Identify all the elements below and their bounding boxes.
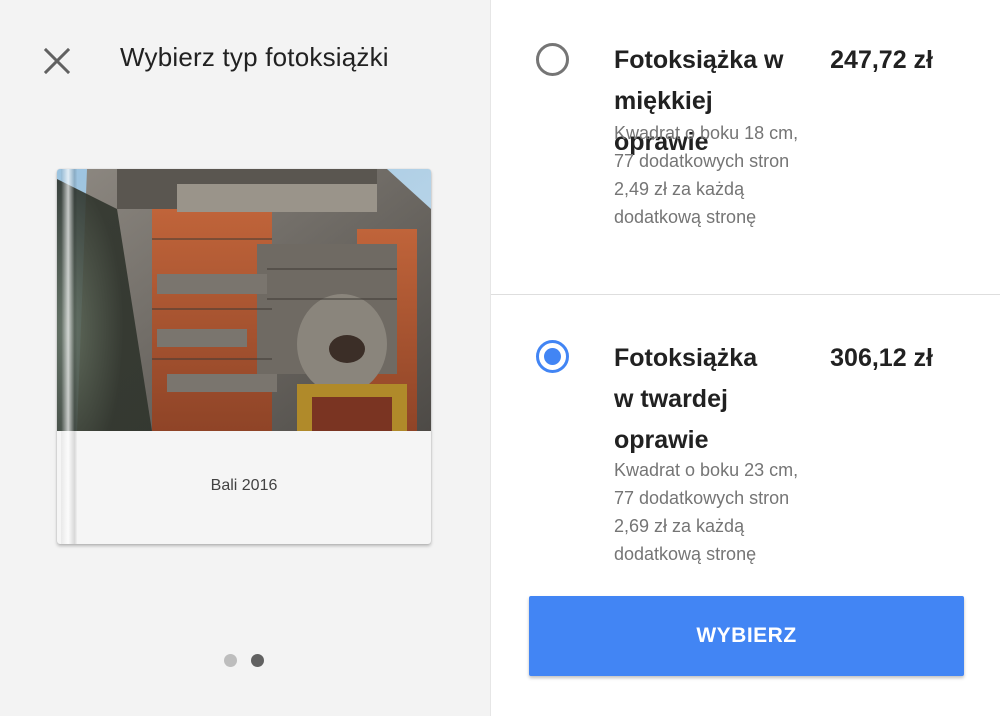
close-button[interactable] bbox=[40, 44, 74, 78]
radio-softcover[interactable] bbox=[536, 43, 569, 76]
extra-price-line-1: 2,69 zł za każdą bbox=[614, 516, 745, 536]
page-indicator bbox=[224, 654, 264, 667]
select-button[interactable]: WYBIERZ bbox=[529, 596, 964, 676]
option-description: Kwadrat o boku 18 cm, 77 dodatkowych str… bbox=[614, 119, 854, 175]
option-extra-page-price: 2,69 zł za każdą dodatkową stronę bbox=[614, 512, 854, 568]
page-dot-2[interactable] bbox=[251, 654, 264, 667]
option-extra-page-price: 2,49 zł za każdą dodatkową stronę bbox=[614, 175, 854, 231]
page-dot-1[interactable] bbox=[224, 654, 237, 667]
option-price: 306,12 zł bbox=[830, 344, 933, 372]
extra-price-line-2: dodatkową stronę bbox=[614, 207, 757, 227]
radio-selected-dot bbox=[544, 348, 561, 365]
photobook-type-dialog: Wybierz typ fotoksiążki Bali 2016 Fotoks… bbox=[0, 0, 1000, 716]
extra-price-line-1: 2,49 zł za każdą bbox=[614, 179, 745, 199]
preview-panel: Wybierz typ fotoksiążki Bali 2016 bbox=[0, 0, 490, 716]
option-price: 247,72 zł bbox=[830, 46, 933, 74]
option-pages: 77 dodatkowych stron bbox=[614, 151, 790, 171]
option-name: Fotoksiążka w twardej oprawie bbox=[614, 344, 758, 454]
option-pages: 77 dodatkowych stron bbox=[614, 488, 790, 508]
radio-hardcover[interactable] bbox=[536, 340, 569, 373]
option-hardcover[interactable]: Fotoksiążka w twardej oprawie 306,12 zł … bbox=[491, 296, 1000, 586]
extra-price-line-2: dodatkową stronę bbox=[614, 544, 757, 564]
option-description: Kwadrat o boku 23 cm, 77 dodatkowych str… bbox=[614, 456, 854, 512]
page-title: Wybierz typ fotoksiążki bbox=[120, 42, 389, 72]
option-size: Kwadrat o boku 23 cm, bbox=[614, 460, 799, 480]
cover-title: Bali 2016 bbox=[210, 477, 278, 494]
cover-photo bbox=[57, 169, 431, 431]
close-icon bbox=[44, 48, 70, 74]
options-panel: Fotoksiążka w miękkiej oprawie 247,72 zł… bbox=[490, 0, 1000, 716]
photobook-preview: Bali 2016 bbox=[57, 169, 431, 544]
option-softcover[interactable]: Fotoksiążka w miękkiej oprawie 247,72 zł… bbox=[491, 0, 1000, 295]
option-size: Kwadrat o boku 18 cm, bbox=[614, 123, 799, 143]
